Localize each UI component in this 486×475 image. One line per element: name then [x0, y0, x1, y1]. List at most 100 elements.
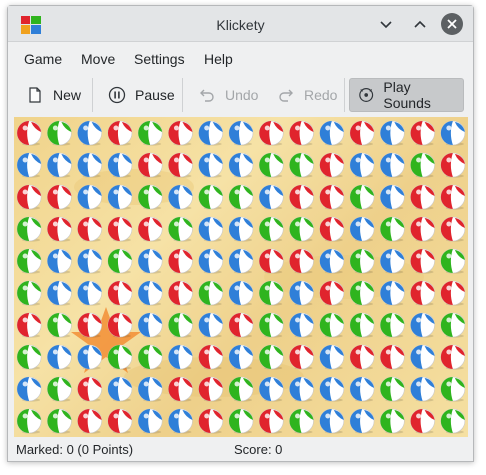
- ball-red[interactable]: [168, 120, 193, 146]
- ball-green[interactable]: [349, 248, 375, 274]
- ball-green[interactable]: [289, 216, 314, 242]
- ball-red[interactable]: [258, 248, 284, 274]
- ball-blue[interactable]: [137, 408, 163, 434]
- ball-green[interactable]: [289, 152, 314, 178]
- ball-red[interactable]: [168, 152, 193, 178]
- ball-green[interactable]: [258, 344, 284, 370]
- maximize-icon[interactable]: [410, 14, 430, 34]
- ball-grid[interactable]: [14, 117, 468, 437]
- ball-blue[interactable]: [289, 376, 314, 402]
- ball-blue[interactable]: [228, 120, 254, 146]
- ball-blue[interactable]: [349, 216, 375, 242]
- minimize-icon[interactable]: [376, 14, 396, 34]
- ball-blue[interactable]: [198, 152, 224, 178]
- ball-red[interactable]: [440, 280, 466, 306]
- ball-blue[interactable]: [410, 344, 435, 370]
- ball-blue[interactable]: [349, 408, 375, 434]
- ball-blue[interactable]: [137, 280, 163, 306]
- ball-green[interactable]: [380, 376, 405, 402]
- redo-button[interactable]: Redo: [271, 78, 343, 112]
- title-bar[interactable]: Klickety: [8, 6, 473, 42]
- ball-blue[interactable]: [319, 344, 345, 370]
- ball-green[interactable]: [16, 216, 42, 242]
- ball-red[interactable]: [440, 184, 466, 210]
- ball-blue[interactable]: [258, 376, 284, 402]
- ball-blue[interactable]: [16, 152, 42, 178]
- ball-red[interactable]: [410, 184, 435, 210]
- ball-blue[interactable]: [228, 152, 254, 178]
- ball-red[interactable]: [410, 216, 435, 242]
- ball-blue[interactable]: [77, 120, 102, 146]
- new-game-button[interactable]: New: [20, 78, 87, 112]
- ball-blue[interactable]: [410, 312, 435, 338]
- ball-red[interactable]: [258, 120, 284, 146]
- ball-blue[interactable]: [289, 312, 314, 338]
- ball-red[interactable]: [258, 408, 284, 434]
- ball-red[interactable]: [137, 152, 163, 178]
- ball-green[interactable]: [16, 280, 42, 306]
- ball-green[interactable]: [47, 408, 72, 434]
- ball-blue[interactable]: [107, 184, 133, 210]
- ball-blue[interactable]: [440, 120, 466, 146]
- ball-blue[interactable]: [319, 376, 345, 402]
- ball-blue[interactable]: [198, 312, 224, 338]
- ball-red[interactable]: [77, 312, 102, 338]
- ball-green[interactable]: [198, 280, 224, 306]
- ball-blue[interactable]: [77, 152, 102, 178]
- ball-green[interactable]: [349, 280, 375, 306]
- ball-blue[interactable]: [258, 184, 284, 210]
- ball-blue[interactable]: [198, 248, 224, 274]
- ball-blue[interactable]: [137, 376, 163, 402]
- ball-blue[interactable]: [380, 152, 405, 178]
- ball-blue[interactable]: [349, 152, 375, 178]
- ball-red[interactable]: [107, 120, 133, 146]
- ball-red[interactable]: [198, 344, 224, 370]
- ball-green[interactable]: [137, 120, 163, 146]
- ball-red[interactable]: [228, 312, 254, 338]
- ball-green[interactable]: [137, 344, 163, 370]
- ball-red[interactable]: [440, 152, 466, 178]
- ball-blue[interactable]: [137, 312, 163, 338]
- ball-red[interactable]: [349, 120, 375, 146]
- ball-blue[interactable]: [228, 248, 254, 274]
- close-icon[interactable]: [441, 13, 463, 35]
- ball-green[interactable]: [349, 312, 375, 338]
- ball-green[interactable]: [168, 216, 193, 242]
- ball-red[interactable]: [77, 376, 102, 402]
- ball-green[interactable]: [198, 184, 224, 210]
- ball-blue[interactable]: [77, 280, 102, 306]
- ball-green[interactable]: [440, 312, 466, 338]
- ball-green[interactable]: [16, 408, 42, 434]
- ball-red[interactable]: [16, 312, 42, 338]
- menu-settings[interactable]: Settings: [134, 51, 185, 67]
- ball-green[interactable]: [440, 408, 466, 434]
- ball-red[interactable]: [319, 152, 345, 178]
- ball-red[interactable]: [107, 280, 133, 306]
- menu-move[interactable]: Move: [81, 51, 115, 67]
- ball-red[interactable]: [198, 408, 224, 434]
- ball-blue[interactable]: [168, 408, 193, 434]
- ball-blue[interactable]: [137, 248, 163, 274]
- ball-blue[interactable]: [228, 280, 254, 306]
- ball-green[interactable]: [258, 312, 284, 338]
- ball-red[interactable]: [410, 120, 435, 146]
- ball-green[interactable]: [47, 376, 72, 402]
- ball-red[interactable]: [77, 216, 102, 242]
- ball-red[interactable]: [47, 184, 72, 210]
- ball-red[interactable]: [440, 344, 466, 370]
- ball-blue[interactable]: [380, 280, 405, 306]
- ball-green[interactable]: [168, 312, 193, 338]
- ball-blue[interactable]: [168, 344, 193, 370]
- ball-red[interactable]: [410, 280, 435, 306]
- ball-green[interactable]: [16, 248, 42, 274]
- menu-game[interactable]: Game: [24, 51, 62, 67]
- ball-red[interactable]: [47, 216, 72, 242]
- ball-blue[interactable]: [198, 216, 224, 242]
- ball-red[interactable]: [319, 216, 345, 242]
- ball-red[interactable]: [380, 344, 405, 370]
- ball-red[interactable]: [319, 280, 345, 306]
- ball-blue[interactable]: [228, 216, 254, 242]
- ball-red[interactable]: [16, 184, 42, 210]
- game-board[interactable]: [14, 117, 468, 437]
- ball-blue[interactable]: [349, 376, 375, 402]
